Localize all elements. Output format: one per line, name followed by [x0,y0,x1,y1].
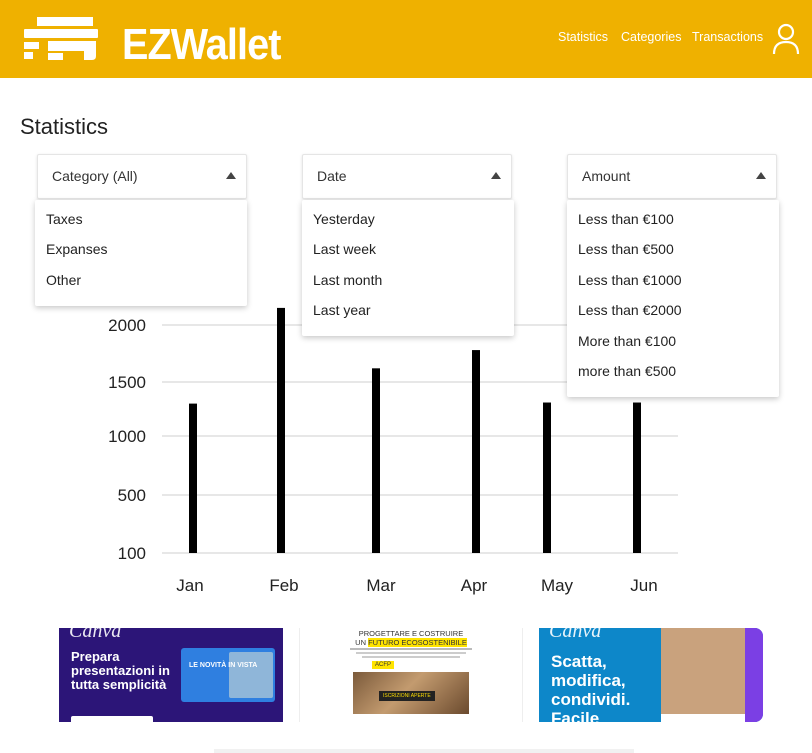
bottom-scroll-indicator [214,749,634,753]
y-tick-label: 100 [118,544,146,563]
x-tick-label: Jan [176,576,203,595]
x-tick-label: Mar [366,576,396,595]
y-tick-label: 500 [118,486,146,505]
bar-apr [472,350,480,553]
x-tick-label: May [541,576,574,595]
y-tick-label: 1000 [108,427,146,446]
bar-mar [372,368,380,553]
amount-filter-menu: Less than €100 Less than €500 Less than … [567,200,779,397]
ad-brand-logo: Canva [549,628,602,642]
category-option-other[interactable]: Other [35,265,247,295]
ad-cta-button[interactable]: ISCRIZIONI APERTE [379,691,435,701]
ad-banner-canva-photos[interactable]: Canva Scatta, modifica, condividi. Facil… [539,628,763,722]
date-option-last-month[interactable]: Last month [302,265,514,295]
bar-feb [277,307,285,553]
y-tick-label: 1500 [108,373,146,392]
ad-preview-card: LE NOVITÀ IN VISTA [181,648,275,702]
y-tick-label: 2000 [108,316,146,335]
ad-title-line1: PROGETTARE E COSTRUIRE [358,629,464,638]
amount-option-lt-100[interactable]: Less than €100 [567,204,779,234]
ad-title-line2-prefix: UN [355,638,369,647]
ad-photo [661,628,745,714]
ad-banner-acfp[interactable]: PROGETTARE E COSTRUIRE UN FUTURO ECOSOST… [299,628,523,722]
bar-jun [633,402,641,553]
ad-title: PROGETTARE E COSTRUIRE UN FUTURO ECOSOST… [300,629,522,647]
ad-preview-photo [229,652,273,698]
date-option-last-week[interactable]: Last week [302,234,514,264]
amount-option-lt-500[interactable]: Less than €500 [567,234,779,264]
ad-brand-logo: Canva [69,628,122,642]
bar-jan [189,403,197,553]
date-option-yesterday[interactable]: Yesterday [302,204,514,234]
x-tick-label: Feb [269,576,298,595]
ad-preview-text: LE NOVITÀ IN VISTA [189,662,258,669]
bar-may [543,402,551,553]
ad-headline: Scatta, modifica, condividi. Facile [551,652,631,722]
amount-option-gt-100[interactable]: More than €100 [567,326,779,356]
ad-banner-canva-presentations[interactable]: Canva Prepara presentazioni in tutta sem… [59,628,283,722]
amount-option-gt-500[interactable]: more than €500 [567,356,779,386]
category-option-expanses[interactable]: Expanses [35,234,247,264]
ad-photo-caption-bar [661,714,745,722]
category-option-taxes[interactable]: Taxes [35,204,247,234]
date-option-last-year[interactable]: Last year [302,295,514,325]
ad-headline: Prepara presentazioni in tutta semplicit… [71,649,170,692]
category-filter-menu: Taxes Expanses Other [35,200,247,306]
date-filter-menu: Yesterday Last week Last month Last year [302,200,514,336]
ad-title-highlight: FUTURO ECOSOSTENIBILE [368,638,467,647]
ad-accent-strip [745,628,763,722]
amount-option-lt-1000[interactable]: Less than €1000 [567,265,779,295]
x-tick-label: Jun [630,576,657,595]
ad-fine-print [340,648,482,658]
ad-tag: ACFP [372,661,395,669]
x-tick-label: Apr [461,576,488,595]
amount-option-lt-2000[interactable]: Less than €2000 [567,295,779,325]
